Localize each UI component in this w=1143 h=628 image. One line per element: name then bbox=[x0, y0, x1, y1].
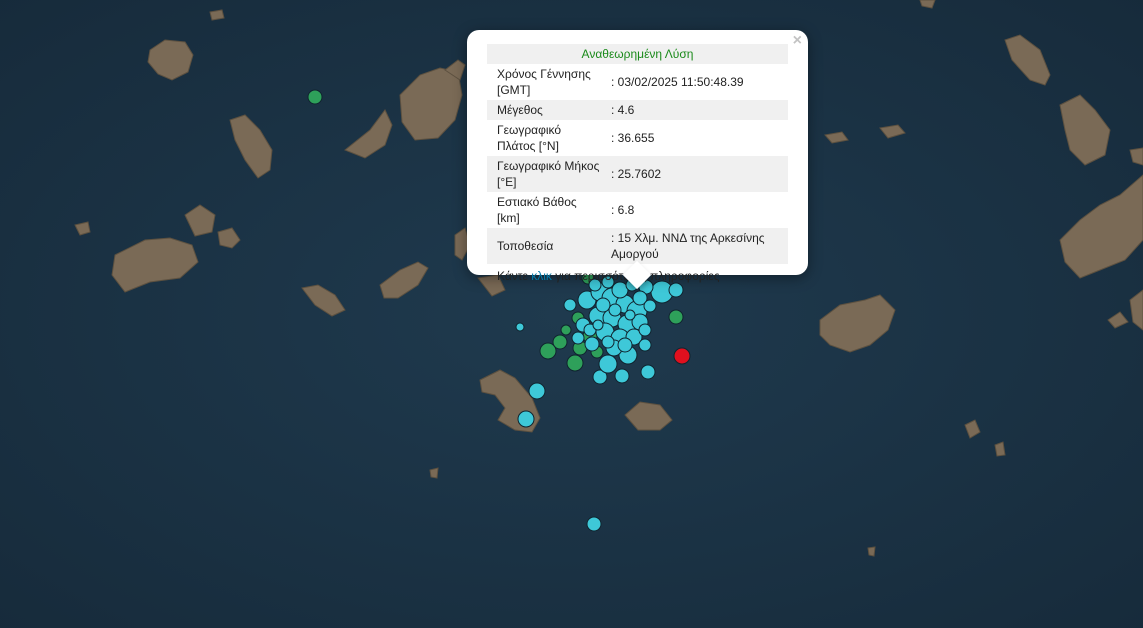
earthquake-marker[interactable] bbox=[595, 297, 611, 313]
earthquake-marker[interactable] bbox=[643, 299, 657, 313]
detail-row-origin-time: Χρόνος Γέννησης [GMT] : 03/02/2025 11:50… bbox=[487, 64, 788, 100]
island-28 bbox=[994, 441, 1006, 457]
earthquake-marker[interactable] bbox=[563, 298, 577, 312]
earthquake-marker[interactable] bbox=[668, 282, 684, 298]
earthquake-marker[interactable] bbox=[552, 334, 568, 350]
earthquake-marker[interactable] bbox=[608, 303, 622, 317]
earthquake-marker[interactable] bbox=[624, 309, 636, 321]
earthquake-marker[interactable] bbox=[614, 368, 630, 384]
earthquake-marker[interactable] bbox=[515, 322, 525, 332]
detail-row-magnitude: Μέγεθος : 4.6 bbox=[487, 100, 788, 120]
detail-row-depth: Εστιακό Βάθος [km] : 6.8 bbox=[487, 192, 788, 228]
earthquake-marker[interactable] bbox=[528, 382, 546, 400]
detail-value: : 36.655 bbox=[611, 131, 655, 145]
earthquake-marker[interactable] bbox=[640, 364, 656, 380]
detail-label: Γεωγραφικό Πλάτος [°N] bbox=[497, 123, 562, 153]
island-29 bbox=[429, 467, 439, 479]
detail-value: : 6.8 bbox=[611, 203, 635, 217]
earthquake-marker[interactable] bbox=[517, 410, 535, 428]
detail-row-longitude: Γεωγραφικό Μήκος [°E] : 25.7602 bbox=[487, 156, 788, 192]
detail-row-location: Τοποθεσία : 15 Χλμ. ΝΝΔ της Αρκεσίνης Αμ… bbox=[487, 228, 788, 264]
detail-label: Τοποθεσία bbox=[497, 239, 554, 253]
popup-content: Αναθεωρημένη Λύση Χρόνος Γέννησης [GMT] … bbox=[487, 44, 788, 284]
island-26 bbox=[209, 9, 225, 21]
earthquake-marker[interactable] bbox=[598, 354, 618, 374]
earthquake-details-table: Αναθεωρημένη Λύση Χρόνος Γέννησης [GMT] … bbox=[487, 44, 788, 264]
earthquake-popup: × Αναθεωρημένη Λύση Χρόνος Γέννησης [GMT… bbox=[467, 30, 808, 290]
earthquake-marker[interactable] bbox=[592, 319, 604, 331]
earthquake-marker[interactable] bbox=[638, 323, 652, 337]
earthquake-marker[interactable] bbox=[601, 335, 615, 349]
detail-label: Εστιακό Βάθος [km] bbox=[497, 195, 577, 225]
more-info-link[interactable]: κλικ bbox=[531, 269, 552, 283]
earthquake-marker[interactable] bbox=[668, 309, 684, 325]
detail-label: Χρόνος Γέννησης [GMT] bbox=[497, 67, 591, 97]
detail-value: : 25.7602 bbox=[611, 167, 662, 181]
earthquake-marker[interactable] bbox=[560, 324, 572, 336]
earthquake-marker[interactable] bbox=[586, 516, 602, 532]
detail-value: : 03/02/2025 11:50:48.39 bbox=[611, 75, 744, 89]
earthquake-marker[interactable] bbox=[673, 347, 691, 365]
earthquake-marker[interactable] bbox=[307, 89, 323, 105]
earthquake-marker[interactable] bbox=[566, 354, 584, 372]
detail-label: Γεωγραφικό Μήκος [°E] bbox=[497, 159, 600, 189]
earthquake-marker[interactable] bbox=[638, 338, 652, 352]
popup-title: Αναθεωρημένη Λύση bbox=[581, 47, 694, 61]
detail-row-latitude: Γεωγραφικό Πλάτος [°N] : 36.655 bbox=[487, 120, 788, 156]
footer-text-before: Κάντε bbox=[497, 269, 532, 283]
detail-label: Μέγεθος bbox=[497, 103, 543, 117]
earthquake-marker[interactable] bbox=[617, 337, 633, 353]
detail-value: : 15 Χλμ. ΝΝΔ της Αρκεσίνης Αμοργού bbox=[611, 231, 765, 261]
earthquake-marker[interactable] bbox=[571, 331, 585, 345]
detail-value: : 4.6 bbox=[611, 103, 635, 117]
close-icon[interactable]: × bbox=[793, 32, 802, 50]
island-30 bbox=[867, 546, 876, 557]
earthquake-marker[interactable] bbox=[584, 336, 600, 352]
popup-header-row: Αναθεωρημένη Λύση bbox=[487, 44, 788, 64]
